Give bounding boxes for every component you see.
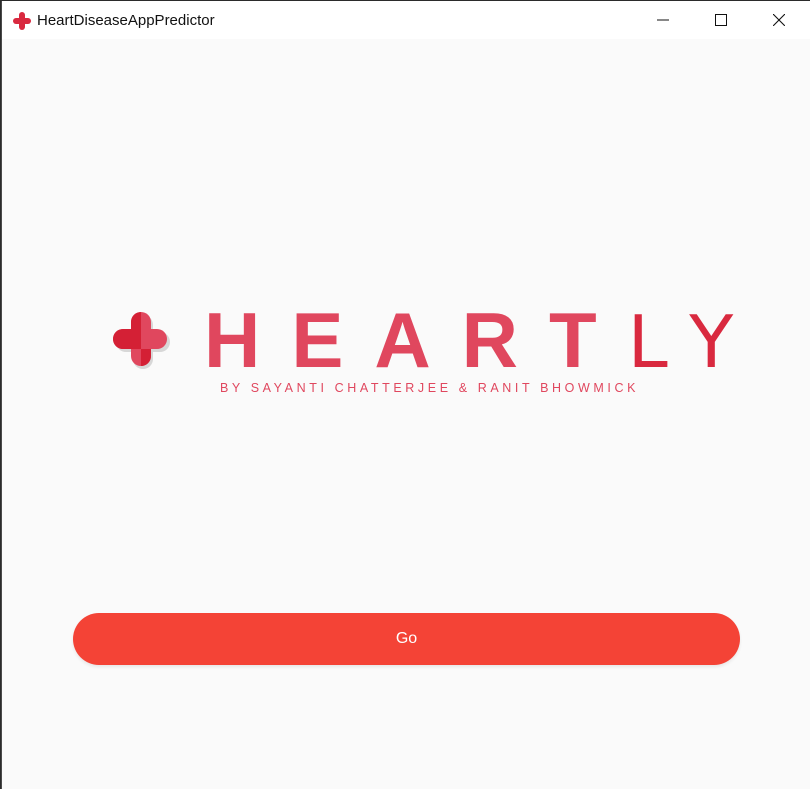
go-button[interactable]: Go <box>73 613 740 665</box>
window-title: HeartDiseaseAppPredictor <box>37 12 215 29</box>
app-window: HeartDiseaseAppPredictor HEARTLY BY SAYA… <box>1 1 810 789</box>
logo-tagline: BY SAYANTI CHATTERJEE & RANIT BHOWMICK <box>220 381 640 395</box>
close-button[interactable] <box>756 1 802 39</box>
minimize-button[interactable] <box>640 1 686 39</box>
medical-cross-icon <box>113 312 170 369</box>
close-icon <box>773 14 785 26</box>
maximize-icon <box>715 14 727 26</box>
brand-name-bold: HEART <box>204 296 628 384</box>
main-content: HEARTLY BY SAYANTI CHATTERJEE & RANIT BH… <box>2 39 810 789</box>
heartly-logo: HEARTLY BY SAYANTI CHATTERJEE & RANIT BH… <box>106 301 733 405</box>
maximize-button[interactable] <box>698 1 744 39</box>
brand-name-light: LY <box>627 300 765 384</box>
minimize-icon <box>657 19 669 21</box>
brand-name: HEARTLY <box>204 301 764 379</box>
app-cross-icon <box>13 12 31 30</box>
title-bar[interactable]: HeartDiseaseAppPredictor <box>2 1 810 39</box>
